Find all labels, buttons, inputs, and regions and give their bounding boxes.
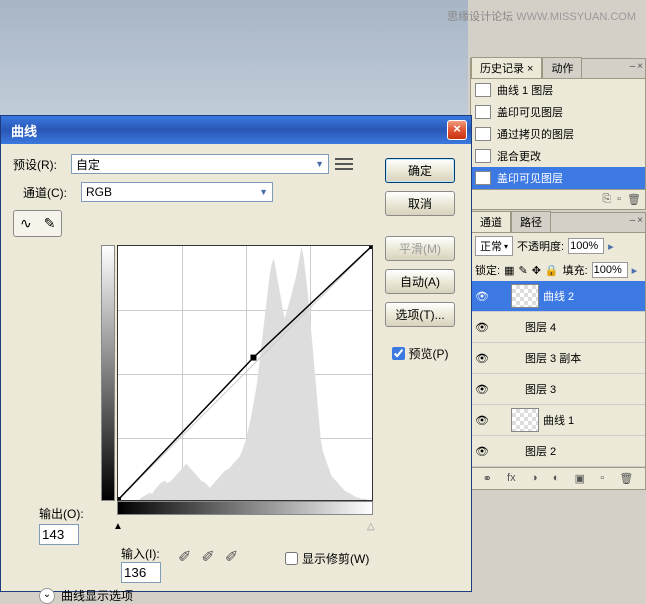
mask-icon[interactable]: ◑ [531,472,538,485]
chevron-down-icon: ▼ [315,159,324,169]
background-photo [0,0,468,115]
close-icon[interactable]: × [637,215,643,226]
slider-white-icon[interactable]: △ [367,521,375,532]
slider-black-icon[interactable]: ▲ [113,521,123,532]
opacity-arrow-icon[interactable]: ▸ [608,240,614,253]
adjustment-icon[interactable]: ◐ [553,472,560,485]
curve-tool-icon[interactable]: ∿ [14,211,38,236]
preset-menu-icon[interactable] [335,156,353,172]
fill-arrow-icon[interactable]: ▸ [632,264,638,277]
history-tab[interactable]: 历史记录 × [471,57,542,78]
new-doc-icon[interactable]: ▫ [617,193,621,206]
close-icon[interactable]: × [637,61,643,72]
input-label: 输入(I): [121,547,160,561]
titlebar[interactable]: 曲线 × [1,116,471,144]
fx-icon[interactable]: fx [507,472,516,485]
panels-area: 历史记录 × 动作 –× 曲线 1 图层盖印可见图层通过拷贝的图层混合更改盖印可… [470,58,646,492]
preset-label: 预设(R): [13,156,71,173]
trash-icon[interactable]: 🗑 [619,472,633,485]
layer-item[interactable]: 👁图层 3 副本 [471,343,645,374]
history-item[interactable]: 盖印可见图层 [471,167,645,189]
eyedropper-gray-icon[interactable]: ✐ [201,547,214,567]
lock-pixels-icon[interactable]: ✎ [518,264,527,277]
paths-tab[interactable]: 路径 [511,211,551,232]
dialog-title: 曲线 [11,121,447,140]
history-item[interactable]: 盖印可见图层 [471,101,645,123]
input-input[interactable] [121,562,161,583]
minimize-icon[interactable]: – [630,215,636,226]
curve-tools: ∿ ✎ [13,210,62,237]
new-snapshot-icon[interactable]: ⎘ [602,193,611,206]
chevron-down-icon: ▼ [259,187,268,197]
output-input[interactable] [39,524,79,545]
history-item[interactable]: 通过拷贝的图层 [471,123,645,145]
group-icon[interactable]: ▣ [575,472,585,485]
link-icon[interactable]: ⚭ [483,472,492,485]
preset-dropdown[interactable]: 自定 ▼ [71,154,329,174]
options-button[interactable]: 选项(T)... [385,302,455,327]
smooth-button[interactable]: 平滑(M) [385,236,455,261]
actions-tab[interactable]: 动作 [542,57,582,78]
curve-line [118,246,372,500]
history-item[interactable]: 混合更改 [471,145,645,167]
channel-dropdown[interactable]: RGB ▼ [81,182,273,202]
layer-item[interactable]: 👁图层 3 [471,374,645,405]
show-clipping-label: 显示修剪(W) [302,550,369,567]
layers-list: 👁曲线 2👁图层 4👁图层 3 副本👁图层 3👁曲线 1👁图层 2 [471,281,645,467]
input-gradient [117,501,373,515]
channel-label: 通道(C): [23,184,81,201]
auto-button[interactable]: 自动(A) [385,269,455,294]
show-clipping-checkbox[interactable] [285,552,298,565]
layer-item[interactable]: 👁图层 2 [471,436,645,467]
close-button[interactable]: × [447,120,467,140]
minimize-icon[interactable]: – [630,61,636,72]
watermark: 思缘设计论坛 WWW.MISSYUAN.COM [447,8,636,24]
trash-icon[interactable]: 🗑 [627,193,641,206]
layers-panel: 通道 路径 –× 正常 ▾ 不透明度: ▸ 锁定: ▦ ✎ ✥ 🔒 填充: ▸ … [470,212,646,490]
output-gradient [101,245,115,501]
history-list: 曲线 1 图层盖印可见图层通过拷贝的图层混合更改盖印可见图层 [471,79,645,189]
preview-checkbox[interactable] [392,347,405,360]
curves-dialog: 曲线 × 预设(R): 自定 ▼ 通道(C): RGB ▼ ∿ ✎ [0,115,472,592]
lock-all-icon[interactable]: 🔒 [545,264,559,277]
layer-item[interactable]: 👁图层 4 [471,312,645,343]
fill-input[interactable] [592,262,628,278]
new-layer-icon[interactable]: ▫ [600,472,604,485]
blend-mode-dropdown[interactable]: 正常 ▾ [475,236,513,256]
channels-tab[interactable]: 通道 [471,211,511,232]
history-panel: 历史记录 × 动作 –× 曲线 1 图层盖印可见图层通过拷贝的图层混合更改盖印可… [470,58,646,210]
curve-options-label: 曲线显示选项 [61,587,133,604]
lock-position-icon[interactable]: ✥ [532,264,541,277]
layer-item[interactable]: 👁曲线 2 [471,281,645,312]
pencil-tool-icon[interactable]: ✎ [38,211,62,236]
lock-transparent-icon[interactable]: ▦ [504,264,514,277]
preview-label: 预览(P) [409,345,449,362]
eyedropper-black-icon[interactable]: ✐ [178,547,191,567]
expand-options-button[interactable]: ⌄ [39,588,55,604]
output-label: 输出(O): [39,505,84,522]
layer-item[interactable]: 👁曲线 1 [471,405,645,436]
eyedropper-white-icon[interactable]: ✐ [225,547,238,567]
history-item[interactable]: 曲线 1 图层 [471,79,645,101]
cancel-button[interactable]: 取消 [385,191,455,216]
opacity-input[interactable] [568,238,604,254]
ok-button[interactable]: 确定 [385,158,455,183]
curve-chart[interactable] [117,245,373,501]
